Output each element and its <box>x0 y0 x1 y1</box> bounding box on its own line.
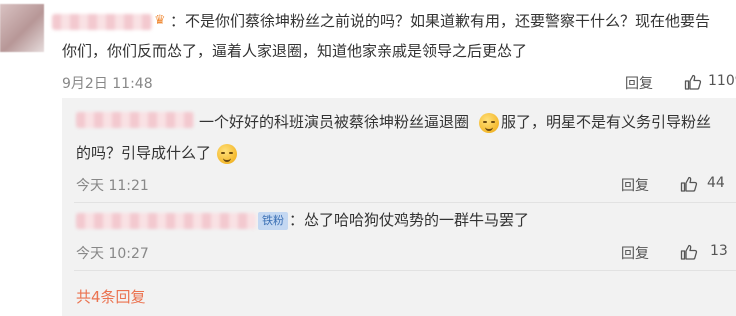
reply1-username-blurred[interactable] <box>76 112 194 128</box>
reply1-text-part2: 服了，明星不是有义务引导粉丝 <box>501 113 712 131</box>
reply1-text-part1: 一个好好的科班演员被蔡徐坤粉丝逼退圈 <box>199 113 470 131</box>
reply1-like-count: 44 <box>707 175 725 191</box>
thumbs-up-icon[interactable] <box>684 73 702 91</box>
grin-emoji <box>217 144 237 164</box>
reply2-username-blurred[interactable] <box>76 213 256 229</box>
reply2-like-count: 13 <box>710 243 728 259</box>
main-comment-line2: 你们，你们反而怂了，逼着人家退圈，知道他家亲戚是领导之后更怂了 <box>62 42 528 60</box>
avatar[interactable] <box>0 4 44 52</box>
smirk-emoji <box>479 113 499 133</box>
divider <box>74 270 736 271</box>
divider <box>74 202 736 203</box>
reply1-text-line2: 的吗？引导成什么了 <box>76 144 212 162</box>
username-blurred[interactable] <box>52 14 152 30</box>
thumbs-up-icon[interactable] <box>680 175 698 193</box>
reply1-time: 今天 11:21 <box>76 178 149 194</box>
main-comment-line1: ：不是你们蔡徐坤粉丝之前说的吗？如果道歉有用，还要警察干什么？现在他要告 <box>170 12 711 30</box>
reply2-reply-button[interactable]: 回复 <box>621 243 649 263</box>
crown-icon: ♛ <box>154 13 166 28</box>
reply2-text: ：怂了哈哈狗仗鸡势的一群牛马罢了 <box>289 211 530 229</box>
reply1-reply-button[interactable]: 回复 <box>621 175 649 195</box>
reply2-time: 今天 10:27 <box>76 246 149 262</box>
main-reply-button[interactable]: 回复 <box>625 73 653 93</box>
thumbs-up-icon[interactable] <box>680 243 698 261</box>
fan-badge: 铁粉 <box>258 212 288 230</box>
main-like-count: 1109 <box>708 73 736 89</box>
view-all-replies-link[interactable]: 共4条回复 <box>76 286 146 307</box>
main-comment-time: 9月2日 11:48 <box>62 76 153 92</box>
